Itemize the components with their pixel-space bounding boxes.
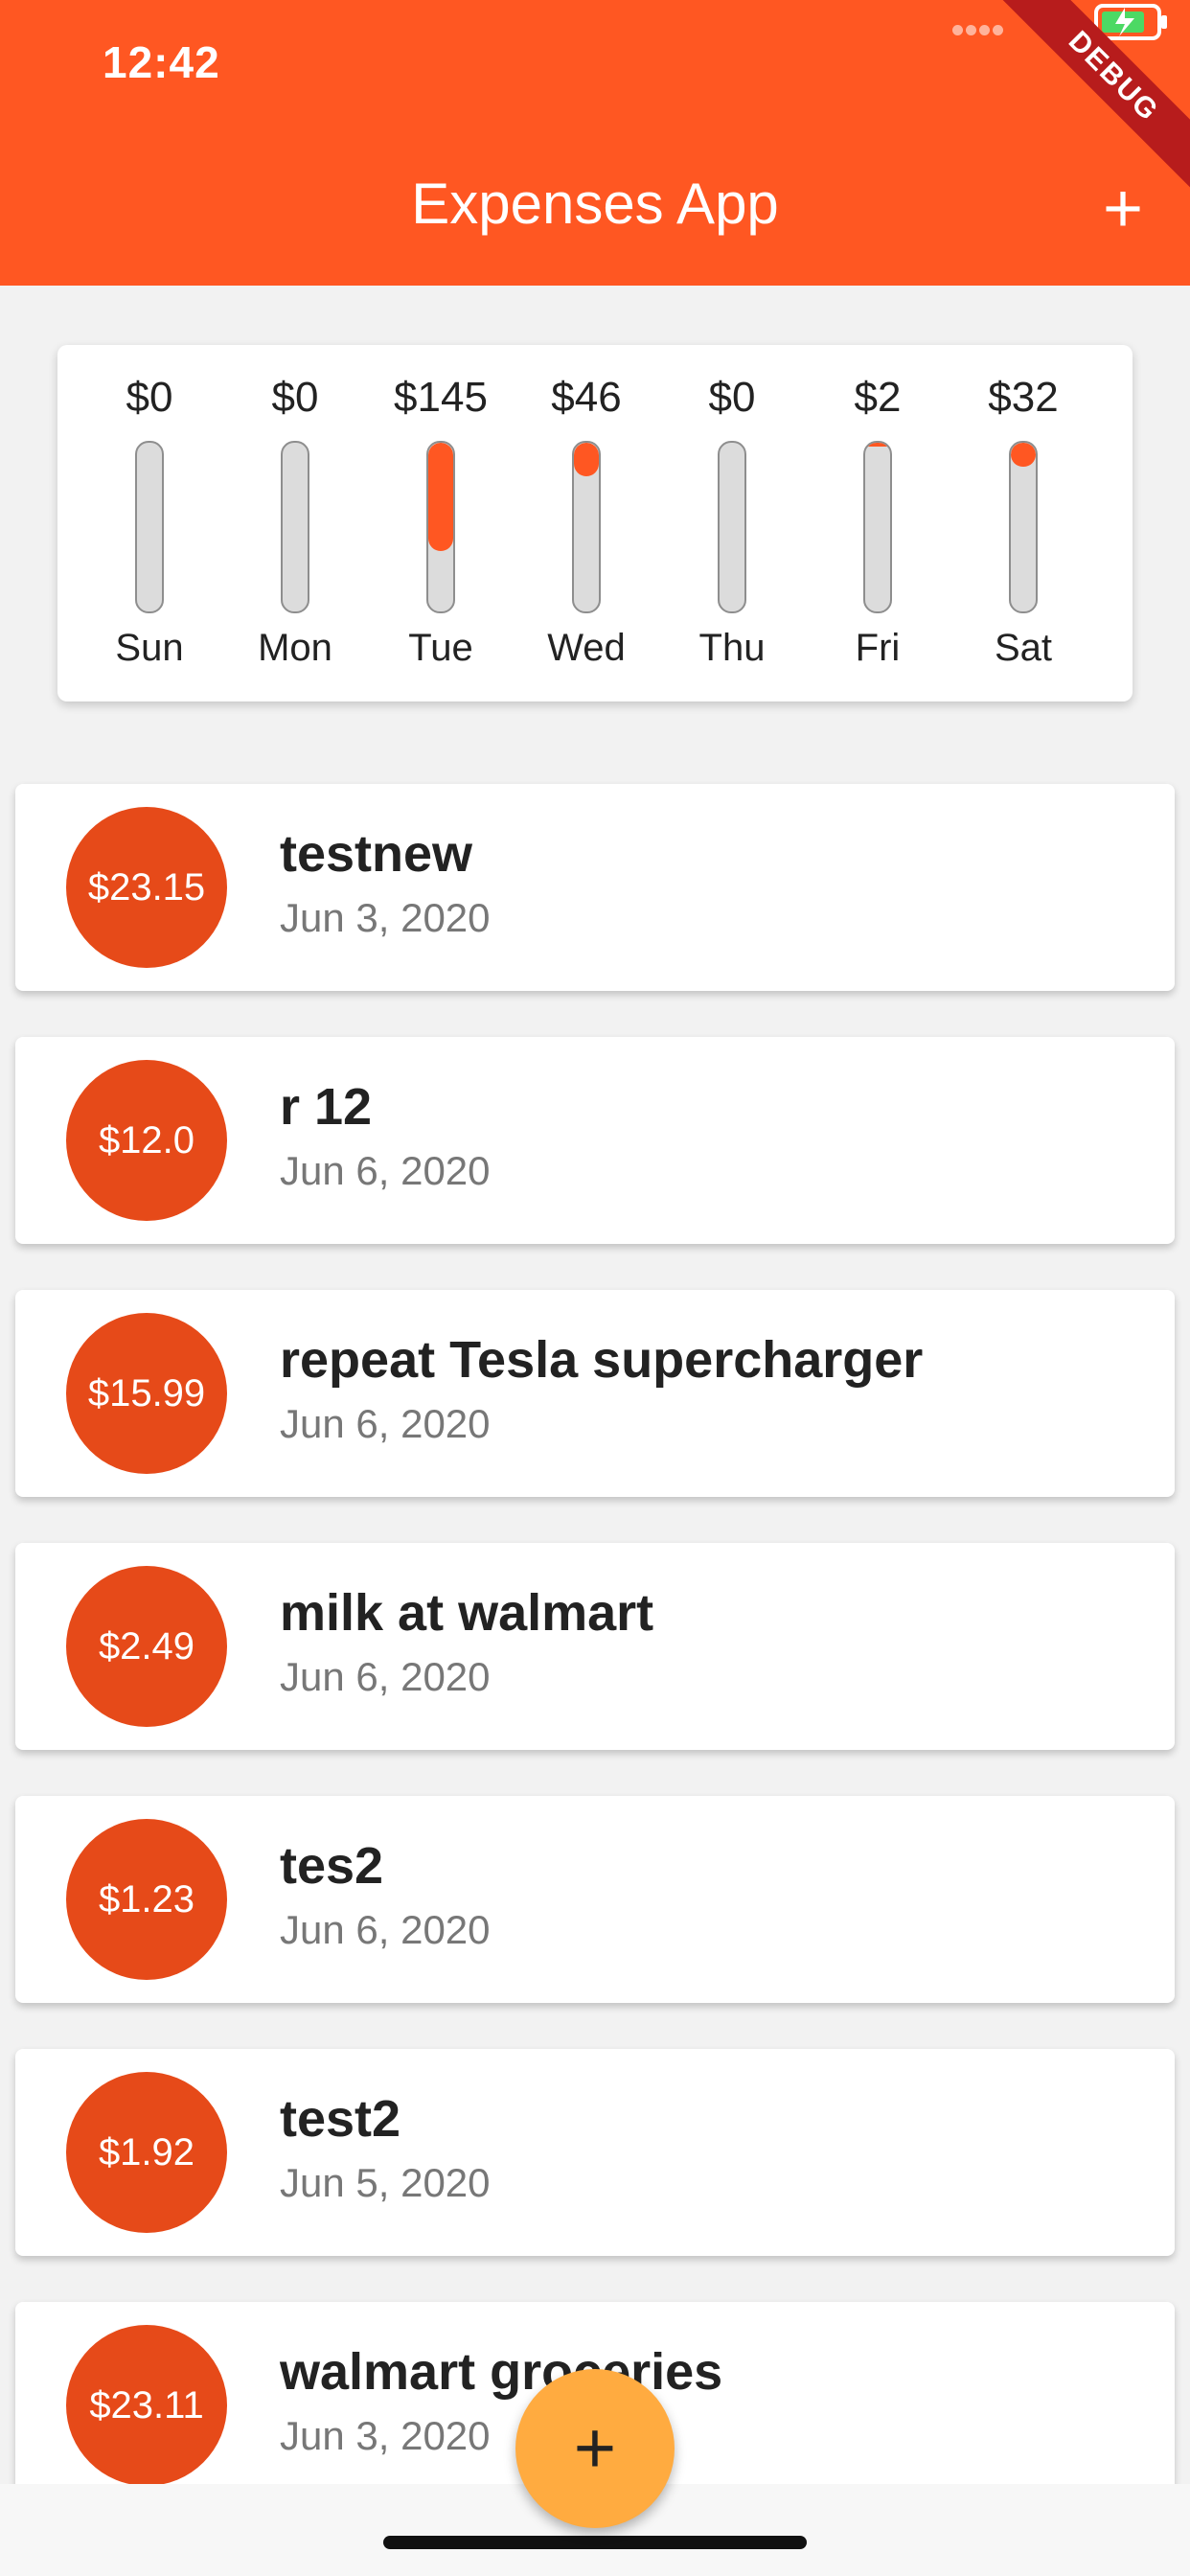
chart-column-tue: $145 Tue <box>374 345 508 702</box>
transaction-date: Jun 5, 2020 <box>280 2160 491 2205</box>
chart-bar <box>281 441 309 613</box>
chart-bar <box>1009 441 1038 613</box>
chart-day-label: Sat <box>994 627 1053 669</box>
app-bar: 12:42 DEBUG Expenses App + <box>0 0 1190 286</box>
chart-column-fri: $2 Fri <box>811 345 945 702</box>
chart-amount: $0 <box>271 374 319 421</box>
home-indicator[interactable] <box>383 2536 807 2549</box>
chart-bar <box>135 441 164 613</box>
chart-amount: $32 <box>988 374 1059 421</box>
chart-bar-fill <box>574 443 599 477</box>
chart-amount: $145 <box>394 374 488 421</box>
transaction-date: Jun 6, 2020 <box>280 1401 491 1446</box>
transaction-title: walmart groceries <box>280 2343 723 2401</box>
transaction-title: repeat Tesla supercharger <box>280 1331 924 1389</box>
transaction-item[interactable]: $1.23 tes2 Jun 6, 2020 <box>15 1796 1175 2003</box>
transaction-item[interactable]: $1.92 test2 Jun 5, 2020 <box>15 2049 1175 2256</box>
transaction-title: testnew <box>280 825 473 883</box>
chart-amount: $0 <box>126 374 173 421</box>
chart-day-label: Sun <box>115 627 184 669</box>
amount-avatar: $23.11 <box>66 2325 227 2486</box>
chart-amount: $2 <box>854 374 902 421</box>
add-transaction-fab[interactable]: + <box>515 2369 675 2528</box>
amount-avatar: $2.49 <box>66 1566 227 1727</box>
chart-column-sat: $32 Sat <box>956 345 1090 702</box>
chart-day-label: Thu <box>698 627 766 669</box>
add-transaction-button[interactable]: + <box>1085 171 1161 247</box>
chart-amount: $0 <box>708 374 756 421</box>
transaction-date: Jun 3, 2020 <box>280 895 491 940</box>
chart-bar <box>863 441 892 613</box>
transaction-title: r 12 <box>280 1078 373 1136</box>
chart-column-wed: $46 Wed <box>519 345 653 702</box>
chart-day-label: Tue <box>408 627 473 669</box>
signal-dots-icon <box>952 23 1008 35</box>
transaction-item[interactable]: $12.0 r 12 Jun 6, 2020 <box>15 1037 1175 1244</box>
chart-bar-fill <box>865 443 890 447</box>
chart-amount: $46 <box>551 374 622 421</box>
chart-day-label: Mon <box>258 627 332 669</box>
transaction-item[interactable]: $23.15 testnew Jun 3, 2020 <box>15 784 1175 991</box>
chart-bar <box>718 441 746 613</box>
chart-bar-fill <box>428 443 453 551</box>
transaction-title: tes2 <box>280 1837 384 1895</box>
transaction-title: milk at walmart <box>280 1584 654 1642</box>
transaction-date: Jun 3, 2020 <box>280 2413 491 2458</box>
amount-avatar: $12.0 <box>66 1060 227 1221</box>
amount-avatar: $1.23 <box>66 1819 227 1980</box>
chart-bar-fill <box>1011 443 1036 467</box>
chart-bar <box>426 441 455 613</box>
amount-avatar: $1.92 <box>66 2072 227 2233</box>
chart-column-sun: $0 Sun <box>82 345 217 702</box>
chart-day-label: Fri <box>855 627 901 669</box>
weekly-chart-card: $0 Sun $0 Mon $145 Tue $46 Wed $0 Thu $2… <box>57 345 1133 702</box>
amount-avatar: $23.15 <box>66 807 227 968</box>
chart-column-thu: $0 Thu <box>665 345 799 702</box>
status-time: 12:42 <box>103 37 220 87</box>
transaction-date: Jun 6, 2020 <box>280 1148 491 1193</box>
transaction-title: test2 <box>280 2090 401 2148</box>
transaction-date: Jun 6, 2020 <box>280 1907 491 1952</box>
chart-column-mon: $0 Mon <box>228 345 362 702</box>
chart-bar <box>572 441 601 613</box>
transaction-item[interactable]: $15.99 repeat Tesla supercharger Jun 6, … <box>15 1290 1175 1497</box>
transaction-date: Jun 6, 2020 <box>280 1654 491 1699</box>
page-title: Expenses App <box>411 172 779 236</box>
amount-avatar: $15.99 <box>66 1313 227 1474</box>
chart-day-label: Wed <box>547 627 626 669</box>
transaction-item[interactable]: $2.49 milk at walmart Jun 6, 2020 <box>15 1543 1175 1750</box>
